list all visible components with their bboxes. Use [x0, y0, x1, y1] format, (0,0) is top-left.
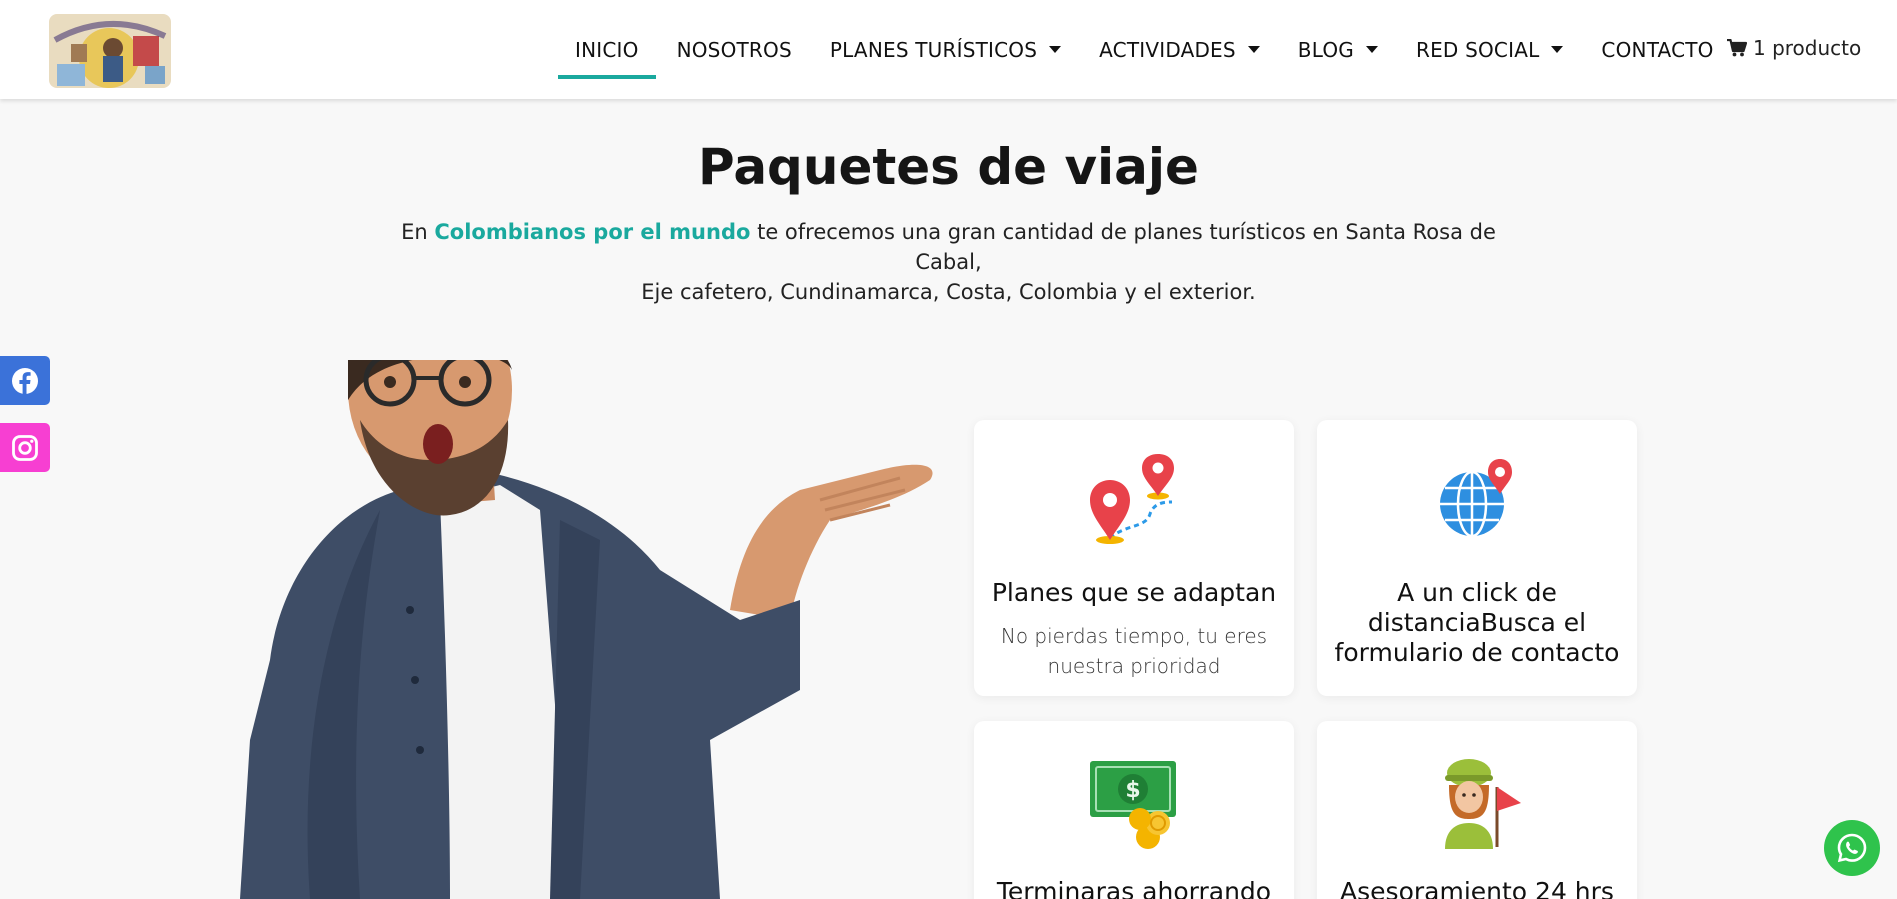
card-title: A un click de distanciaBusca el formular… — [1334, 578, 1620, 667]
nav-item-blog[interactable]: BLOG — [1279, 0, 1397, 99]
nav-item-label: BLOG — [1297, 37, 1354, 62]
feature-card: Planes que se adaptan No pierdas tiempo,… — [974, 420, 1294, 696]
whatsapp-button[interactable] — [1824, 820, 1880, 876]
instagram-button[interactable] — [0, 423, 50, 472]
page-subtitle: En Colombianos por el mundo te ofrecemos… — [380, 217, 1517, 307]
nav-item-red-social[interactable]: RED SOCIAL — [1397, 0, 1582, 99]
nav-item-label: RED SOCIAL — [1416, 37, 1540, 62]
caret-down-icon — [1551, 46, 1564, 53]
feature-card: $ — [974, 721, 1294, 899]
caret-down-icon — [1366, 46, 1378, 53]
caret-down-icon — [1247, 46, 1260, 53]
svg-text:$: $ — [1125, 778, 1140, 803]
site-header: INICIO NOSOTROS PLANES TURÍSTICOS ACTIVI… — [0, 0, 1897, 99]
caret-down-icon — [1049, 46, 1062, 53]
hero-person-image — [240, 292, 940, 899]
whatsapp-icon — [1837, 833, 1867, 863]
nav-item-nosotros[interactable]: NOSOTROS — [658, 0, 811, 99]
brand-name: Colombianos por el mundo — [434, 220, 751, 244]
facebook-button[interactable] — [0, 356, 50, 405]
nav-item-label: CONTACTO — [1601, 37, 1714, 62]
facebook-icon — [12, 367, 38, 394]
nav-item-label: INICIO — [575, 37, 639, 62]
globe-pin-icon — [1440, 459, 1512, 538]
site-logo[interactable] — [49, 14, 171, 88]
card-title: Asesoramiento 24 hrs — [1340, 877, 1614, 899]
page-title: Paquetes de viaje — [698, 138, 1199, 196]
card-title: Terminaras ahorrando — [996, 877, 1272, 899]
nav-item-actividades[interactable]: ACTIVIDADES — [1080, 0, 1279, 99]
card-text: No pierdas tiempo, tu eres nuestra prior… — [1000, 624, 1268, 678]
feature-card: Asesoramiento 24 hrs — [1317, 721, 1637, 899]
cart-link[interactable]: 1 producto — [1727, 36, 1861, 60]
money-coins-icon: $ — [1090, 761, 1176, 849]
subtitle-line1: te ofrecemos una gran cantidad de planes… — [750, 220, 1496, 274]
nav-item-planes-turisticos[interactable]: PLANES TURÍSTICOS — [811, 0, 1080, 99]
shopping-cart-icon — [1727, 39, 1747, 57]
guide-flag-icon — [1445, 759, 1521, 849]
card-title: Planes que se adaptan — [991, 578, 1277, 607]
feature-card: A un click de distanciaBusca el formular… — [1317, 420, 1637, 696]
cart-label: 1 producto — [1753, 36, 1862, 60]
subtitle-prefix: En — [401, 220, 435, 244]
instagram-icon — [12, 434, 38, 461]
nav-item-label: PLANES TURÍSTICOS — [829, 37, 1038, 62]
nav-item-label: ACTIVIDADES — [1099, 37, 1236, 62]
nav-item-inicio[interactable]: INICIO — [556, 0, 658, 99]
nav-item-contacto[interactable]: CONTACTO — [1582, 0, 1732, 99]
nav-item-label: NOSOTROS — [676, 37, 792, 62]
map-route-icon — [1090, 454, 1174, 544]
subtitle-line2: Eje cafetero, Cundinamarca, Costa, Colom… — [641, 280, 1256, 304]
main-nav: INICIO NOSOTROS PLANES TURÍSTICOS ACTIVI… — [556, 0, 1733, 99]
